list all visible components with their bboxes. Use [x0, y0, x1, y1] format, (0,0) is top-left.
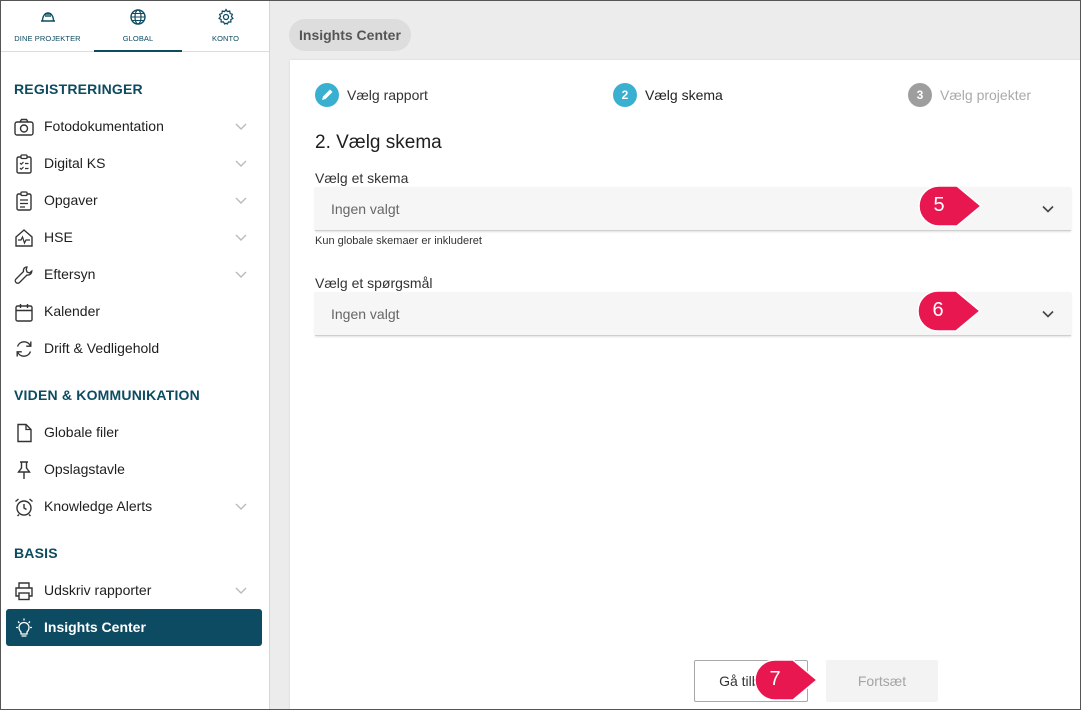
step-label: Vælg rapport: [347, 87, 428, 103]
app-window: DINE PROJEKTER GLOBAL KONTO REGISTRERING…: [0, 0, 1081, 710]
chevron-down-icon[interactable]: [234, 269, 248, 279]
sidebar-item-label: HSE: [44, 229, 73, 245]
form-heading: 2. Vælg skema: [315, 132, 442, 153]
step-label: Vælg skema: [645, 87, 723, 103]
schema-label: Vælg et skema: [315, 170, 409, 186]
sidebar-item-label: Udskriv rapporter: [44, 582, 152, 598]
tab-global[interactable]: GLOBAL: [94, 1, 182, 52]
section-title-viden-kommunikation: VIDEN & KOMMUNIKATION: [14, 387, 200, 403]
chevron-down-icon[interactable]: [234, 121, 248, 131]
tab-label: KONTO: [211, 34, 240, 43]
sidebar-item-globale-filer[interactable]: Globale filer: [6, 414, 262, 451]
sidebar-item-label: Insights Center: [44, 619, 146, 635]
sidebar: DINE PROJEKTER GLOBAL KONTO REGISTRERING…: [1, 1, 270, 709]
step-number: 2: [613, 83, 637, 107]
sidebar-item-label: Globale filer: [44, 424, 119, 440]
sidebar-item-udskriv-rapporter[interactable]: Udskriv rapporter: [6, 572, 262, 609]
calendar-icon: [15, 304, 33, 322]
clipboard-list-icon: [16, 191, 32, 211]
chevron-down-icon[interactable]: [234, 195, 248, 205]
question-label: Vælg et spørgsmål: [315, 275, 433, 291]
chevron-down-icon[interactable]: [234, 158, 248, 168]
sidebar-item-hse[interactable]: HSE: [6, 219, 262, 256]
refresh-icon: [16, 341, 32, 357]
sidebar-item-knowledge-alerts[interactable]: Knowledge Alerts: [6, 488, 262, 525]
sidebar-item-opslagstavle[interactable]: Opslagstavle: [6, 451, 262, 488]
sidebar-item-digital-ks[interactable]: Digital KS: [6, 145, 262, 182]
callout-marker: 5: [915, 183, 985, 229]
callout-number: 6: [932, 299, 944, 321]
chevron-down-icon[interactable]: [1041, 204, 1055, 214]
question-select-value: Ingen valgt: [331, 306, 400, 322]
callout-marker: 6: [914, 288, 984, 334]
alarm-clock-icon: [15, 498, 33, 517]
sidebar-item-label: Opslagstavle: [44, 461, 125, 477]
gear-icon: [217, 8, 234, 25]
tab-label: DINE PROJEKTER: [14, 34, 81, 43]
sidebar-item-label: Digital KS: [44, 155, 106, 171]
sidebar-item-insights-center[interactable]: Insights Center: [6, 609, 262, 646]
sidebar-item-label: Fotodokumentation: [44, 118, 164, 134]
tab-label: GLOBAL: [122, 34, 154, 43]
hard-hat-icon: [40, 12, 55, 22]
continue-button[interactable]: Fortsæt: [826, 660, 938, 702]
sidebar-item-label: Drift & Vedligehold: [44, 340, 160, 356]
callout-number: 7: [769, 668, 781, 690]
step-number: 3: [908, 83, 932, 107]
chevron-down-icon[interactable]: [234, 232, 248, 242]
top-nav: DINE PROJEKTER GLOBAL KONTO: [1, 1, 269, 52]
wrench-icon: [14, 266, 33, 284]
schema-select-value: Ingen valgt: [331, 201, 400, 217]
schema-hint: Kun globale skemaer er inkluderet: [315, 235, 482, 247]
sidebar-item-label: Knowledge Alerts: [44, 498, 153, 514]
chevron-down-icon[interactable]: [234, 501, 248, 511]
breadcrumb[interactable]: Insights Center: [289, 19, 411, 51]
sidebar-item-label: Kalender: [44, 303, 101, 319]
section-title-registreringer: REGISTRERINGER: [14, 81, 143, 97]
sidebar-item-fotodokumentation[interactable]: Fotodokumentation: [6, 108, 262, 145]
wizard-card: Vælg rapport 2 Vælg skema 3 Vælg projekt…: [290, 60, 1080, 709]
callout-marker: 7: [751, 657, 821, 703]
sidebar-item-drift-vedligehold[interactable]: Drift & Vedligehold: [6, 330, 262, 367]
sidebar-item-kalender[interactable]: Kalender: [6, 293, 262, 330]
tab-dine-projekter[interactable]: DINE PROJEKTER: [1, 1, 94, 52]
pushpin-icon: [17, 461, 31, 479]
main-area: Insights Center Vælg rapport 2 Vælg skem…: [270, 1, 1080, 709]
step-label: Vælg projekter: [940, 87, 1032, 103]
chevron-down-icon[interactable]: [234, 585, 248, 595]
sidebar-item-label: Opgaver: [44, 192, 98, 208]
house-heartbeat-icon: [15, 229, 33, 247]
camera-icon: [14, 118, 34, 136]
sidebar-item-label: Eftersyn: [44, 266, 96, 282]
lightbulb-icon: [16, 618, 32, 637]
section-title-basis: BASIS: [14, 545, 58, 561]
pencil-icon: [315, 83, 339, 107]
sidebar-item-eftersyn[interactable]: Eftersyn: [6, 256, 262, 293]
chevron-down-icon[interactable]: [1041, 309, 1055, 319]
printer-icon: [15, 582, 33, 601]
callout-number: 5: [933, 194, 945, 216]
file-icon: [17, 423, 32, 443]
globe-icon: [130, 9, 146, 25]
clipboard-check-icon: [16, 154, 32, 174]
tab-konto[interactable]: KONTO: [182, 1, 269, 52]
sidebar-item-opgaver[interactable]: Opgaver: [6, 182, 262, 219]
